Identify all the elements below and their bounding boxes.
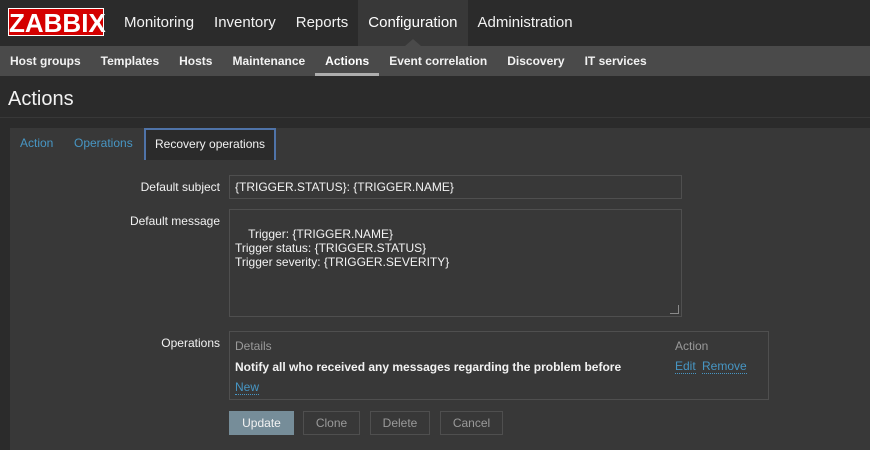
delete-button[interactable]: Delete <box>370 411 430 435</box>
default-subject-input[interactable]: {TRIGGER.STATUS}: {TRIGGER.NAME} <box>229 175 682 199</box>
sub-menu: Host groups Templates Hosts Maintenance … <box>0 46 870 76</box>
menu-inventory[interactable]: Inventory <box>204 0 286 46</box>
submenu-it-services[interactable]: IT services <box>575 46 657 76</box>
title-divider <box>0 117 870 118</box>
submenu-event-correlation[interactable]: Event correlation <box>379 46 497 76</box>
submenu-actions[interactable]: Actions <box>315 46 380 76</box>
remove-operation-link[interactable]: Remove <box>702 360 747 374</box>
clone-button[interactable]: Clone <box>303 411 360 435</box>
tab-action[interactable]: Action <box>20 128 53 159</box>
default-message-text: Trigger: {TRIGGER.NAME} Trigger status: … <box>235 227 450 269</box>
operations-table: Details Action Notify all who received a… <box>229 331 769 400</box>
page-title: Actions <box>8 88 74 110</box>
operations-label: Operations <box>161 336 220 350</box>
top-navigation-bar: ZABBIX Monitoring Inventory Reports Conf… <box>0 0 870 47</box>
new-operation-link[interactable]: New <box>235 381 260 395</box>
form-tabs: Action Operations Recovery operations <box>10 128 870 161</box>
tab-recovery-operations[interactable]: Recovery operations <box>144 128 277 160</box>
menu-monitoring[interactable]: Monitoring <box>114 0 204 46</box>
submenu-templates[interactable]: Templates <box>91 46 169 76</box>
default-message-textarea[interactable]: Trigger: {TRIGGER.NAME} Trigger status: … <box>229 209 682 317</box>
main-menu: Monitoring Inventory Reports Configurati… <box>114 0 583 46</box>
update-button[interactable]: Update <box>229 411 294 435</box>
tab-operations[interactable]: Operations <box>74 128 133 159</box>
menu-configuration[interactable]: Configuration <box>358 0 468 46</box>
action-column-header: Action <box>675 339 709 353</box>
details-column-header: Details <box>235 339 272 353</box>
edit-operation-link[interactable]: Edit <box>675 360 696 374</box>
operation-details: Notify all who received any messages reg… <box>235 360 622 374</box>
recovery-operations-form: Default subject {TRIGGER.STATUS}: {TRIGG… <box>10 160 870 450</box>
submenu-host-groups[interactable]: Host groups <box>0 46 91 76</box>
submenu-maintenance[interactable]: Maintenance <box>222 46 315 76</box>
default-subject-label: Default subject <box>140 180 220 194</box>
submenu-hosts[interactable]: Hosts <box>169 46 222 76</box>
zabbix-logo[interactable]: ZABBIX <box>8 8 106 37</box>
resize-handle-icon[interactable] <box>670 305 679 314</box>
submenu-discovery[interactable]: Discovery <box>497 46 574 76</box>
cancel-button[interactable]: Cancel <box>440 411 503 435</box>
menu-reports[interactable]: Reports <box>286 0 359 46</box>
default-message-label: Default message <box>129 214 220 228</box>
menu-administration[interactable]: Administration <box>468 0 583 46</box>
